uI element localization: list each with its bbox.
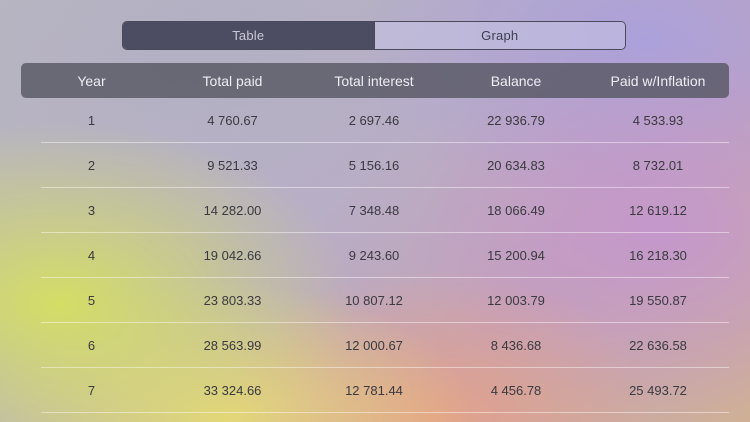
cell-total-paid: 33 324.66	[203, 383, 262, 398]
cell-year: 4	[87, 248, 96, 263]
cell-balance: 22 936.79	[487, 113, 545, 128]
cell-total-interest: 10 807.12	[345, 293, 403, 308]
cell-paid-inflation: 19 550.87	[629, 293, 687, 308]
cell-balance: 20 634.83	[487, 158, 545, 173]
view-toggle: Table Graph	[122, 21, 626, 50]
column-header-total-paid: Total paid	[202, 72, 263, 89]
table-row: 2 9 521.33 5 156.16 20 634.83 8 732.01	[21, 143, 729, 188]
cell-total-paid: 9 521.33	[207, 158, 258, 173]
column-header-year: Year	[77, 72, 106, 89]
cell-balance: 15 200.94	[487, 248, 545, 263]
cell-year: 2	[87, 158, 96, 173]
cell-year: 6	[87, 338, 96, 353]
tab-table[interactable]: Table	[123, 22, 374, 49]
cell-year: 1	[87, 113, 96, 128]
cell-total-paid: 4 760.67	[207, 113, 258, 128]
cell-total-interest: 9 243.60	[348, 248, 400, 263]
table-row: 6 28 563.99 12 000.67 8 436.68 22 636.58	[21, 323, 729, 368]
cell-year: 5	[87, 293, 96, 308]
column-header-balance: Balance	[490, 72, 542, 89]
cell-total-interest: 5 156.16	[348, 158, 400, 173]
cell-paid-inflation: 4 533.93	[632, 113, 684, 128]
cell-balance: 4 456.78	[490, 383, 542, 398]
cell-paid-inflation: 16 218.30	[629, 248, 687, 263]
cell-balance: 12 003.79	[487, 293, 545, 308]
cell-total-paid: 23 803.33	[203, 293, 262, 308]
cell-year: 7	[87, 383, 96, 398]
cell-total-interest: 2 697.46	[348, 113, 400, 128]
cell-total-paid: 14 282.00	[203, 203, 262, 218]
table-header: Year Total paid Total interest Balance P…	[21, 63, 729, 98]
cell-total-paid: 28 563.99	[203, 338, 262, 353]
cell-balance: 18 066.49	[487, 203, 545, 218]
column-header-paid-inflation: Paid w/Inflation	[610, 72, 706, 89]
tab-graph[interactable]: Graph	[373, 22, 625, 49]
cell-paid-inflation: 8 732.01	[632, 158, 684, 173]
cell-balance: 8 436.68	[490, 338, 542, 353]
cell-total-paid: 19 042.66	[203, 248, 262, 263]
column-header-total-interest: Total interest	[334, 72, 414, 89]
cell-paid-inflation: 25 493.72	[629, 383, 687, 398]
cell-paid-inflation: 12 619.12	[629, 203, 687, 218]
cell-total-interest: 12 000.67	[345, 338, 403, 353]
cell-year: 3	[87, 203, 96, 218]
cell-total-interest: 12 781.44	[345, 383, 403, 398]
cell-total-interest: 7 348.48	[348, 203, 400, 218]
table-row: 1 4 760.67 2 697.46 22 936.79 4 533.93	[21, 98, 729, 143]
table-row: 3 14 282.00 7 348.48 18 066.49 12 619.12	[21, 188, 729, 233]
table-row: 4 19 042.66 9 243.60 15 200.94 16 218.30	[21, 233, 729, 278]
table-row: 5 23 803.33 10 807.12 12 003.79 19 550.8…	[21, 278, 729, 323]
cell-paid-inflation: 22 636.58	[629, 338, 687, 353]
table-row: 7 33 324.66 12 781.44 4 456.78 25 493.72	[21, 368, 729, 413]
table-body[interactable]: 1 4 760.67 2 697.46 22 936.79 4 533.93 2…	[21, 98, 729, 413]
